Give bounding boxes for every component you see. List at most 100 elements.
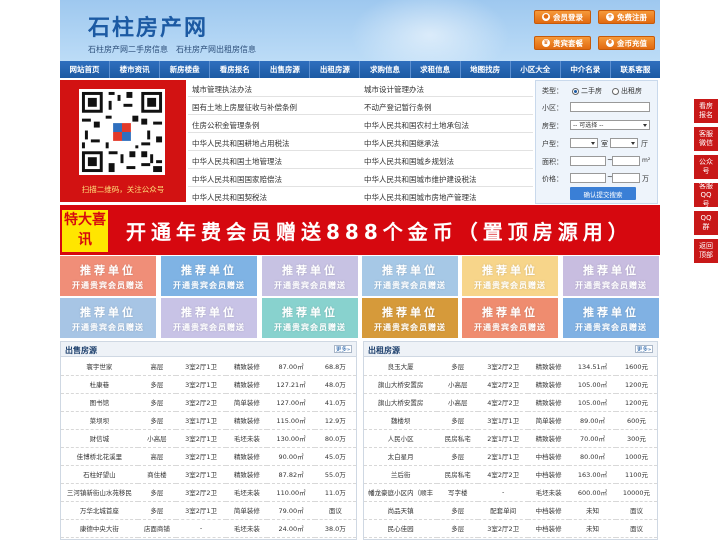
price-min-input[interactable] — [570, 173, 606, 183]
listing-community-link[interactable]: 太白星月 — [364, 447, 438, 466]
table-row[interactable]: 旗山大桥安置房 小高层 4室2厅2卫 精致装修 105.00㎡ 1200元 — [364, 393, 657, 412]
policy-link[interactable]: 中华人民共和国土地管理法 — [192, 156, 282, 167]
listing-community-link[interactable]: 幡龙豪庭小区内（顺丰 — [364, 483, 438, 502]
policy-link[interactable]: 中华人民共和国城乡规划法 — [364, 156, 454, 167]
radio-sale[interactable]: 二手房 — [572, 86, 602, 96]
table-row[interactable]: 财信城 小高层 3室2厅1卫 毛坯未装 130.00㎡ 80.0万 — [61, 429, 356, 448]
recommend-slot[interactable]: 推荐单位 开通贵宾会员赠送 — [563, 298, 659, 338]
table-row[interactable]: 菜坝坝 多层 3室1厅1卫 精致装修 115.00㎡ 12.9万 — [61, 411, 356, 430]
listing-community-link[interactable]: 寰宇世家 — [61, 357, 138, 376]
register-button[interactable]: + 免费注册 — [598, 10, 655, 24]
listing-community-link[interactable]: 石柱好望山 — [61, 465, 138, 484]
area-max-input[interactable] — [612, 156, 640, 166]
policy-link[interactable]: 城市设计管理办法 — [364, 84, 424, 95]
recommend-slot[interactable]: 推荐单位 开通贵宾会员赠送 — [161, 256, 257, 296]
listing-community-link[interactable]: 民心佳园 — [364, 519, 438, 538]
nav-home[interactable]: 网站首页 — [60, 61, 111, 78]
table-row[interactable]: 幡龙豪庭小区内（顺丰 写字楼 - 毛坯未装 600.00㎡ 10000元 — [364, 483, 657, 502]
table-row[interactable]: 佳博桥北花溪里 高层 3室2厅1卫 精致装修 90.00㎡ 45.0万 — [61, 447, 356, 466]
recommend-slot[interactable]: 推荐单位 开通贵宾会员赠送 — [262, 256, 358, 296]
side-viewing-signup[interactable]: 看房报名 — [694, 99, 718, 123]
listing-community-link[interactable]: 人民小区 — [364, 429, 438, 448]
listing-community-link[interactable]: 菜坝坝 — [61, 411, 138, 430]
nav-agencies[interactable]: 中介名录 — [561, 61, 611, 78]
nav-for-sale[interactable]: 出售房源 — [260, 61, 311, 78]
listing-community-link[interactable]: 图书馆 — [61, 393, 138, 412]
vip-package-button[interactable]: ♛ 贵宾套餐 — [534, 36, 591, 50]
recommend-slot[interactable]: 推荐单位 开通贵宾会员赠送 — [462, 256, 558, 296]
listing-community-link[interactable]: 佳博桥北花溪里 — [61, 447, 138, 466]
nav-news[interactable]: 楼市资讯 — [110, 61, 161, 78]
recommend-slot[interactable]: 推荐单位 开通贵宾会员赠送 — [161, 298, 257, 338]
more-button[interactable]: 更多» — [334, 345, 352, 353]
side-service-qq[interactable]: 客服QQ号 — [694, 182, 718, 208]
nav-contact-service[interactable]: 联系客服 — [611, 61, 660, 78]
table-row[interactable]: 魏楼坝 多层 3室1厅1卫 简单装修 89.00㎡ 600元 — [364, 411, 657, 430]
nav-for-rent[interactable]: 出租房源 — [310, 61, 361, 78]
listing-community-link[interactable]: 兰后街 — [364, 465, 438, 484]
community-input[interactable] — [570, 102, 650, 112]
table-row[interactable]: 康德中央大街 店面商铺 - 毛坯未装 24.00㎡ 38.0万 — [61, 519, 356, 538]
recommend-slot[interactable]: 推荐单位 开通贵宾会员赠送 — [262, 298, 358, 338]
policy-link[interactable]: 不动产登记暂行条例 — [364, 102, 432, 113]
room-select[interactable] — [570, 138, 598, 148]
table-row[interactable]: 民心佳园 多层 3室2厅2卫 中档装修 未知 面议 — [364, 519, 657, 538]
listing-community-link[interactable]: 康德中央大街 — [61, 519, 138, 538]
search-submit-button[interactable]: 确认提交搜索 — [570, 187, 636, 200]
listing-community-link[interactable]: 尚品天镇 — [364, 501, 438, 520]
nav-new-homes[interactable]: 新房楼盘 — [160, 61, 211, 78]
nav-wanted-rent[interactable]: 求租信息 — [411, 61, 461, 78]
listing-community-link[interactable]: 杜康巷 — [61, 375, 138, 394]
table-row[interactable]: 石柱好望山 商住楼 3室2厅1卫 精致装修 87.82㎡ 55.0万 — [61, 465, 356, 484]
area-min-input[interactable] — [570, 156, 606, 166]
table-row[interactable]: 图书馆 多层 3室2厅2卫 简单装修 127.00㎡ 41.0万 — [61, 393, 356, 412]
policy-link[interactable]: 中华人民共和国耕地占用税法 — [192, 138, 290, 149]
policy-link[interactable]: 住房公积金管理条例 — [192, 120, 260, 131]
policy-link[interactable]: 国有土地上房屋征收与补偿条例 — [192, 102, 297, 113]
listing-community-link[interactable]: 旗山大桥安置房 — [364, 393, 438, 412]
table-row[interactable]: 万华北城首座 多层 3室2厅1卫 简单装修 79.00㎡ 面议 — [61, 501, 356, 520]
policy-link[interactable]: 中华人民共和国契税法 — [192, 192, 267, 203]
policy-link[interactable]: 中华人民共和国农村土地承包法 — [364, 120, 469, 131]
listing-community-link[interactable]: 万华北城首座 — [61, 501, 138, 520]
policy-link[interactable]: 中华人民共和国继承法 — [364, 138, 439, 149]
recommend-slot[interactable]: 推荐单位 开通贵宾会员赠送 — [563, 256, 659, 296]
table-row[interactable]: 三河镇新街山水苑移民 多层 3室2厅2卫 毛坯未装 110.00㎡ 11.0万 — [61, 483, 356, 502]
house-type-select[interactable]: -- 可选择 -- — [570, 120, 650, 130]
table-row[interactable]: 兰后街 民房私宅 4室2厅2卫 中档装修 163.00㎡ 1100元 — [364, 465, 657, 484]
more-button[interactable]: 更多» — [635, 345, 653, 353]
table-row[interactable]: 良玉大厦 多层 3室2厅2卫 精致装修 134.51㎡ 1600元 — [364, 357, 657, 376]
recommend-slot[interactable]: 推荐单位 开通贵宾会员赠送 — [60, 256, 156, 296]
listing-community-link[interactable]: 良玉大厦 — [364, 357, 438, 376]
policy-link[interactable]: 城市管理执法办法 — [192, 84, 252, 95]
side-service-wechat[interactable]: 客服微信 — [694, 127, 718, 151]
table-row[interactable]: 太白星月 多层 2室1厅1卫 中档装修 80.00㎡ 1000元 — [364, 447, 657, 466]
price-max-input[interactable] — [612, 173, 640, 183]
table-row[interactable]: 寰宇世家 高层 3室2厅1卫 精致装修 87.00㎡ 68.8万 — [61, 357, 356, 376]
policy-link[interactable]: 中华人民共和国城市维护建设税法 — [364, 174, 477, 185]
member-login-button[interactable]: ● 会员登录 — [534, 10, 591, 24]
coin-recharge-button[interactable]: ¥ 金币充值 — [598, 36, 655, 50]
recommend-slot[interactable]: 推荐单位 开通贵宾会员赠送 — [60, 298, 156, 338]
recommend-slot[interactable]: 推荐单位 开通贵宾会员赠送 — [362, 298, 458, 338]
side-back-to-top[interactable]: 返回顶部 — [694, 239, 718, 263]
listing-community-link[interactable]: 财信城 — [61, 429, 138, 448]
recommend-slot[interactable]: 推荐单位 开通贵宾会员赠送 — [462, 298, 558, 338]
listing-community-link[interactable]: 旗山大桥安置房 — [364, 375, 438, 394]
listing-community-link[interactable]: 三河镇新街山水苑移民 — [61, 483, 138, 502]
site-logo-title[interactable]: 石柱房产网 — [88, 10, 208, 42]
table-row[interactable]: 杜康巷 多层 3室2厅1卫 精致装修 127.21㎡ 48.0万 — [61, 375, 356, 394]
promo-banner[interactable]: 特大喜讯 开通年费会员赠送888个金币（置顶房源用） — [60, 205, 660, 255]
radio-rent[interactable]: 出租房 — [612, 86, 642, 96]
policy-link[interactable]: 中华人民共和国国家赔偿法 — [192, 174, 282, 185]
nav-wanted-buy[interactable]: 求购信息 — [360, 61, 411, 78]
policy-link[interactable]: 中华人民共和国城市房地产管理法 — [364, 192, 477, 203]
table-row[interactable]: 尚品天镇 多层 配套单间 中档装修 未知 面议 — [364, 501, 657, 520]
table-row[interactable]: 人民小区 民房私宅 2室1厅1卫 精致装修 70.00㎡ 300元 — [364, 429, 657, 448]
side-qq-group[interactable]: QQ群 — [694, 211, 718, 235]
nav-viewing-signup[interactable]: 看房报名 — [210, 61, 261, 78]
side-official-account[interactable]: 公众号 — [694, 155, 718, 179]
listing-community-link[interactable]: 魏楼坝 — [364, 411, 438, 430]
nav-communities[interactable]: 小区大全 — [511, 61, 561, 78]
nav-map-search[interactable]: 地图找房 — [461, 61, 511, 78]
